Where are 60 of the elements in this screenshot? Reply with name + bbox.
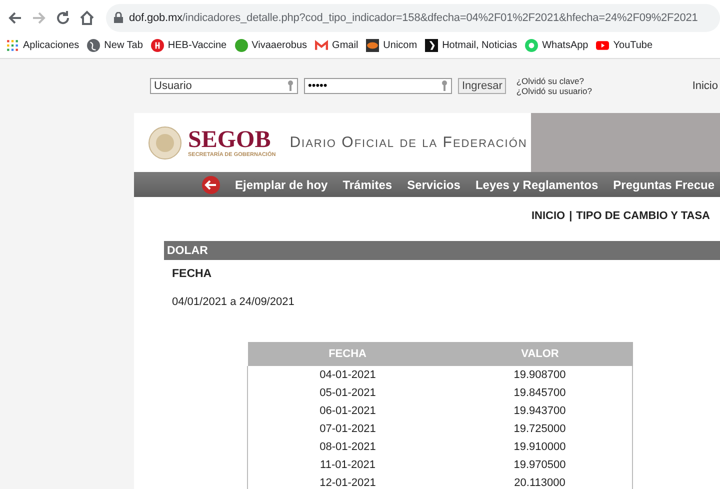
table-cell: 12-01-2021 — [248, 474, 448, 489]
date-label: FECHA — [172, 268, 213, 280]
nav-link[interactable]: Leyes y Reglamentos — [475, 178, 598, 192]
column-header: VALOR — [448, 342, 632, 366]
section-title: DOLAR — [164, 241, 720, 260]
nav-link[interactable]: Ejemplar de hoy — [235, 178, 328, 192]
key-icon — [287, 80, 294, 92]
table-cell: 05-01-2021 — [248, 384, 448, 402]
separator: | — [569, 210, 572, 222]
dot-logo-icon — [234, 38, 248, 52]
lock-icon — [114, 12, 123, 23]
bookmark[interactable]: YouTube — [596, 38, 653, 52]
globe-icon — [87, 38, 100, 52]
forgot-link[interactable]: ¿Olvidó su usuario? — [516, 86, 592, 96]
table-cell: 08-01-2021 — [248, 438, 448, 456]
table-cell: 20.113000 — [448, 474, 632, 489]
table-cell: 19.910000 — [448, 438, 632, 456]
bookmark[interactable]: HEB-Vaccine — [150, 38, 227, 52]
bookmark[interactable]: WhatsApp — [525, 38, 588, 52]
circle-logo-icon — [150, 38, 164, 52]
column-header: FECHA — [248, 342, 448, 366]
nav-link[interactable]: Trámites — [342, 178, 392, 192]
date-range: 04/01/2021 a 24/09/2021 — [172, 296, 296, 308]
password-field[interactable]: ••••• — [304, 78, 452, 94]
key-icon — [441, 80, 448, 92]
table-cell: 11-01-2021 — [248, 456, 448, 474]
seal-icon — [148, 126, 182, 160]
nav-link[interactable]: Servicios — [407, 178, 460, 192]
address-bar[interactable]: dof.gob.mx/indicadores_detalle.php?cod_tipo_indicador=158&dfecha=04%2F01%2F2021&hfecha=24%2F09%2F2021 — [106, 4, 720, 32]
url-text: dof.gob.mx/indicadores_detalle.php?cod_tipo_indicador=158&dfecha=04%2F01%2F2021&hfecha=24%2F09%2F2021 — [129, 12, 698, 24]
username-field[interactable]: Usuario — [150, 78, 298, 94]
breadcrumb-link[interactable]: INICIO — [531, 210, 566, 222]
bookmark[interactable]: New Tab — [87, 38, 143, 52]
site-title: Diario Oficial de la Federación — [290, 134, 528, 151]
table-cell: 06-01-2021 — [248, 402, 448, 420]
logo-text: SEGOB — [188, 128, 271, 152]
table-cell: 19.970500 — [448, 456, 632, 474]
table-cell: 19.908700 — [448, 366, 632, 384]
table-cell: 19.845700 — [448, 384, 632, 402]
eye-logo-icon — [366, 38, 380, 52]
mail-icon — [315, 38, 328, 52]
play-icon — [596, 38, 610, 52]
login-button[interactable]: Ingresar — [458, 78, 506, 94]
bookmark[interactable]: Unicom — [366, 38, 418, 52]
table-cell: 07-01-2021 — [248, 420, 448, 438]
whatsapp-icon — [525, 38, 538, 52]
bookmark[interactable]: Vivaaerobus — [234, 38, 308, 52]
breadcrumb-link[interactable]: TIPO DE CAMBIO Y TASA — [576, 210, 710, 222]
reload-icon[interactable] — [54, 8, 72, 26]
table-cell: 04-01-2021 — [248, 366, 448, 384]
bookmark[interactable]: Gmail — [315, 38, 358, 52]
apps-grid-icon — [6, 38, 19, 52]
bookmark[interactable]: Aplicaciones — [6, 38, 80, 52]
home-icon[interactable] — [78, 8, 96, 26]
nav-link[interactable]: Preguntas Frecue — [613, 178, 715, 192]
table-cell: 19.725000 — [448, 420, 632, 438]
table-cell: 19.943700 — [448, 402, 632, 420]
bookmark[interactable]: Hotmail, Noticias — [425, 38, 518, 52]
forgot-link[interactable]: ¿Olvidó su clave? — [516, 76, 592, 86]
home-link[interactable]: Inicio — [692, 80, 720, 92]
